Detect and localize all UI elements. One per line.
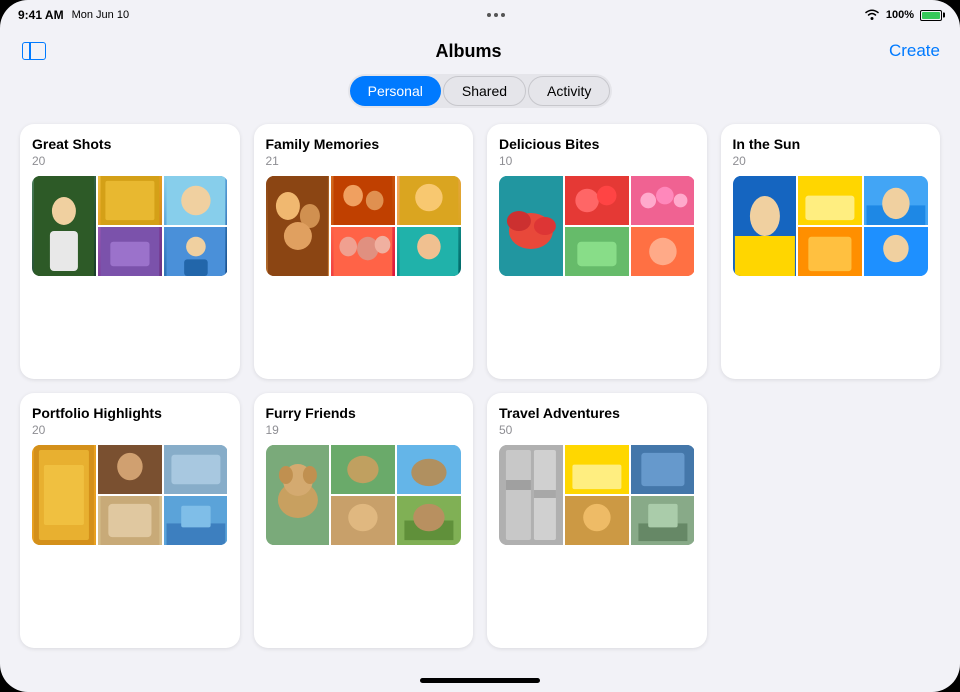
album-card-travel-adventures[interactable]: Travel Adventures 50 bbox=[487, 393, 707, 648]
album-title-delicious-bites: Delicious Bites bbox=[499, 136, 695, 152]
album-card-delicious-bites[interactable]: Delicious Bites 10 bbox=[487, 124, 707, 379]
album-photo-2 bbox=[331, 176, 395, 225]
album-photos-delicious-bites bbox=[499, 176, 695, 276]
album-card-family-memories[interactable]: Family Memories 21 bbox=[254, 124, 474, 379]
album-photo-2 bbox=[98, 445, 162, 494]
album-count-portfolio-highlights: 20 bbox=[32, 423, 228, 437]
album-count-furry-friends: 19 bbox=[266, 423, 462, 437]
nav-bar: Albums Create bbox=[0, 30, 960, 68]
ipad-frame: 9:41 AM Mon Jun 10 100% bbox=[0, 0, 960, 692]
album-count-family-memories: 21 bbox=[266, 154, 462, 168]
album-photo-2 bbox=[565, 176, 629, 225]
album-photo-main bbox=[32, 176, 96, 276]
album-photo-4 bbox=[798, 227, 862, 276]
album-count-great-shots: 20 bbox=[32, 154, 228, 168]
album-photo-5 bbox=[631, 496, 695, 545]
album-count-in-the-sun: 20 bbox=[733, 154, 929, 168]
album-count-delicious-bites: 10 bbox=[499, 154, 695, 168]
album-photo-main bbox=[266, 176, 330, 276]
album-title-portfolio-highlights: Portfolio Highlights bbox=[32, 405, 228, 421]
album-photo-4 bbox=[565, 496, 629, 545]
album-photo-5 bbox=[164, 227, 228, 276]
album-photos-in-the-sun bbox=[733, 176, 929, 276]
album-photo-main bbox=[733, 176, 797, 276]
album-title-furry-friends: Furry Friends bbox=[266, 405, 462, 421]
album-photo-3 bbox=[164, 445, 228, 494]
album-card-great-shots[interactable]: Great Shots 20 bbox=[20, 124, 240, 379]
album-photo-3 bbox=[864, 176, 928, 225]
tab-shared[interactable]: Shared bbox=[443, 76, 526, 106]
tab-activity[interactable]: Activity bbox=[528, 76, 610, 106]
album-photos-family-memories bbox=[266, 176, 462, 276]
album-photo-3 bbox=[164, 176, 228, 225]
album-photo-main bbox=[32, 445, 96, 545]
home-indicator bbox=[0, 668, 960, 692]
home-bar[interactable] bbox=[420, 678, 540, 683]
album-photo-3 bbox=[397, 176, 461, 225]
album-photos-travel-adventures bbox=[499, 445, 695, 545]
album-card-portfolio-highlights[interactable]: Portfolio Highlights 20 bbox=[20, 393, 240, 648]
album-photo-5 bbox=[164, 496, 228, 545]
album-photo-5 bbox=[397, 496, 461, 545]
tab-bar: Personal Shared Activity bbox=[0, 68, 960, 120]
battery-icon bbox=[920, 10, 942, 21]
album-title-great-shots: Great Shots bbox=[32, 136, 228, 152]
album-photo-5 bbox=[631, 227, 695, 276]
album-title-travel-adventures: Travel Adventures bbox=[499, 405, 695, 421]
album-photos-great-shots bbox=[32, 176, 228, 276]
album-photo-main bbox=[499, 445, 563, 545]
album-photo-3 bbox=[631, 445, 695, 494]
album-count-travel-adventures: 50 bbox=[499, 423, 695, 437]
sidebar-toggle-icon bbox=[22, 42, 46, 60]
page-title: Albums bbox=[435, 41, 501, 62]
album-title-family-memories: Family Memories bbox=[266, 136, 462, 152]
album-photo-2 bbox=[331, 445, 395, 494]
album-photo-main bbox=[499, 176, 563, 276]
sidebar-toggle-button[interactable] bbox=[20, 40, 48, 62]
create-button[interactable]: Create bbox=[889, 41, 940, 61]
album-photo-4 bbox=[331, 227, 395, 276]
album-photo-5 bbox=[864, 227, 928, 276]
album-card-furry-friends[interactable]: Furry Friends 19 bbox=[254, 393, 474, 648]
status-right-section: 100% bbox=[864, 8, 942, 23]
album-photo-4 bbox=[331, 496, 395, 545]
wifi-icon bbox=[864, 8, 880, 23]
album-photo-main bbox=[266, 445, 330, 545]
status-bar: 9:41 AM Mon Jun 10 100% bbox=[0, 0, 960, 30]
album-photo-2 bbox=[565, 445, 629, 494]
album-photo-4 bbox=[98, 227, 162, 276]
album-photo-3 bbox=[631, 176, 695, 225]
album-photos-furry-friends bbox=[266, 445, 462, 545]
app-screen: Albums Create Personal Shared Activity G… bbox=[0, 30, 960, 668]
album-photos-portfolio-highlights bbox=[32, 445, 228, 545]
album-card-in-the-sun[interactable]: In the Sun 20 bbox=[721, 124, 941, 379]
battery-percentage: 100% bbox=[886, 9, 914, 21]
album-photo-3 bbox=[397, 445, 461, 494]
album-photo-5 bbox=[397, 227, 461, 276]
segment-wrapper: Personal Shared Activity bbox=[348, 74, 613, 108]
status-center-dots bbox=[487, 13, 505, 17]
tab-personal[interactable]: Personal bbox=[350, 76, 441, 106]
status-date: Mon Jun 10 bbox=[72, 9, 129, 21]
albums-grid: Great Shots 20 bbox=[0, 120, 960, 668]
status-time: 9:41 AM bbox=[18, 8, 64, 22]
album-title-in-the-sun: In the Sun bbox=[733, 136, 929, 152]
album-photo-4 bbox=[565, 227, 629, 276]
album-photo-4 bbox=[98, 496, 162, 545]
album-photo-2 bbox=[98, 176, 162, 225]
album-photo-2 bbox=[798, 176, 862, 225]
